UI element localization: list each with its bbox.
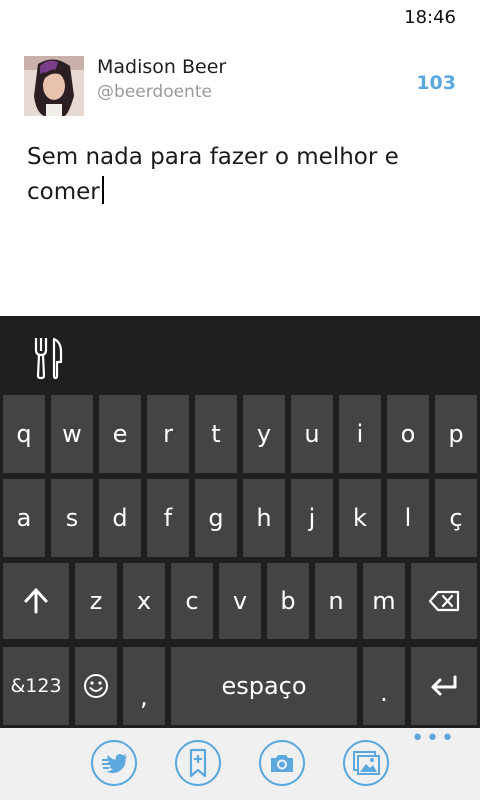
user-name: Madison Beer <box>97 56 227 78</box>
avatar-image <box>24 56 84 116</box>
space-key[interactable]: espaço <box>171 647 357 725</box>
key-b[interactable]: b <box>267 563 309 639</box>
key-m[interactable]: m <box>363 563 405 639</box>
key-k[interactable]: k <box>339 479 381 557</box>
symbols-key[interactable]: &123 <box>3 647 69 725</box>
clock: 18:46 <box>404 7 456 28</box>
camera-icon <box>271 755 293 772</box>
key-w[interactable]: w <box>51 395 93 473</box>
text-cursor <box>101 176 104 204</box>
more-options-button[interactable]: ••• <box>411 728 456 750</box>
key-i[interactable]: i <box>339 395 381 473</box>
key-t[interactable]: t <box>195 395 237 473</box>
key-y[interactable]: y <box>243 395 285 473</box>
photo-gallery-button[interactable] <box>343 740 389 786</box>
key-l[interactable]: l <box>387 479 429 557</box>
key-g[interactable]: g <box>195 479 237 557</box>
photo-gallery-icon <box>353 751 380 775</box>
tweet-text-input[interactable]: Sem nada para fazer o melhor e comer <box>27 140 457 210</box>
camera-button[interactable] <box>259 740 305 786</box>
tweet-mention-icon <box>102 753 127 774</box>
backspace-key[interactable] <box>411 563 477 639</box>
status-bar: 18:46 <box>0 0 480 34</box>
app-bar: ••• <box>0 728 480 800</box>
key-u[interactable]: u <box>291 395 333 473</box>
enter-arrow-icon <box>431 675 457 696</box>
key-p[interactable]: p <box>435 395 477 473</box>
key-o[interactable]: o <box>387 395 429 473</box>
shift-arrow-icon <box>24 588 48 614</box>
suggestion-bar <box>0 316 480 392</box>
key-c[interactable]: c <box>171 563 213 639</box>
fork-and-knife-icon[interactable] <box>32 336 64 380</box>
key-e[interactable]: e <box>99 395 141 473</box>
key-r[interactable]: r <box>147 395 189 473</box>
emoji-key[interactable] <box>75 647 117 725</box>
key-n[interactable]: n <box>315 563 357 639</box>
key-ç[interactable]: ç <box>435 479 477 557</box>
key-h[interactable]: h <box>243 479 285 557</box>
add-location-button[interactable] <box>175 740 221 786</box>
avatar[interactable] <box>24 56 84 116</box>
comma-key[interactable]: , <box>123 647 165 725</box>
period-key[interactable]: . <box>363 647 405 725</box>
key-q[interactable]: q <box>3 395 45 473</box>
on-screen-keyboard: qwertyuiop asdfghjklç zxcvbnm &123 , esp… <box>0 316 480 728</box>
backspace-icon <box>428 590 460 612</box>
tweet-text-content: Sem nada para fazer o melhor e comer <box>27 144 399 205</box>
key-s[interactable]: s <box>51 479 93 557</box>
key-d[interactable]: d <box>99 479 141 557</box>
enter-key[interactable] <box>411 647 477 725</box>
key-a[interactable]: a <box>3 479 45 557</box>
smiley-icon <box>84 674 108 698</box>
compose-tweet-screen: 18:46 Madison Beer @beerdoente 103 Sem n… <box>0 0 480 800</box>
key-v[interactable]: v <box>219 563 261 639</box>
add-location-icon <box>189 748 207 778</box>
mention-button[interactable] <box>91 740 137 786</box>
key-z[interactable]: z <box>75 563 117 639</box>
key-x[interactable]: x <box>123 563 165 639</box>
user-handle: @beerdoente <box>97 82 212 102</box>
key-j[interactable]: j <box>291 479 333 557</box>
remaining-characters-count: 103 <box>416 72 456 94</box>
shift-key[interactable] <box>3 563 69 639</box>
key-f[interactable]: f <box>147 479 189 557</box>
compose-header: Madison Beer @beerdoente 103 <box>24 56 456 118</box>
